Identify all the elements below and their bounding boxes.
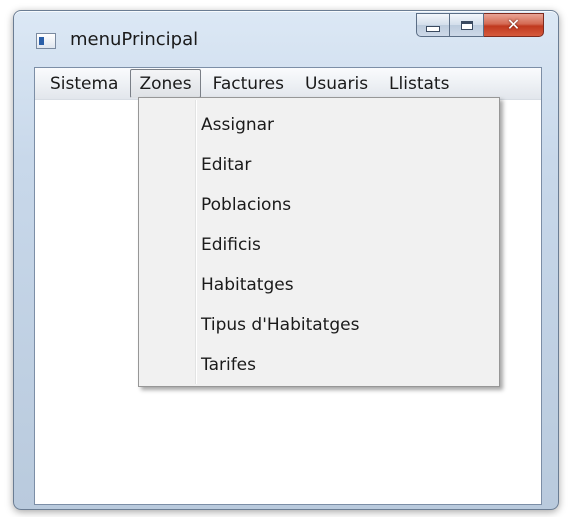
window-title: menuPrincipal (70, 29, 199, 50)
menu-item-tarifes[interactable]: Tarifes (139, 345, 499, 385)
app-window-icon[interactable] (36, 33, 56, 49)
title-bar[interactable]: menuPrincipal ✕ (14, 11, 558, 67)
menu-item-assignar[interactable]: Assignar (139, 105, 499, 145)
maximize-icon (460, 20, 473, 30)
close-icon: ✕ (506, 15, 521, 34)
close-button[interactable]: ✕ (484, 13, 544, 37)
menu-sistema[interactable]: Sistema (41, 69, 127, 98)
minimize-button[interactable] (416, 13, 450, 37)
menu-item-editar[interactable]: Editar (139, 145, 499, 185)
zones-menu-list: Assignar Editar Poblacions Edificis Habi… (139, 105, 499, 385)
minimize-icon (426, 26, 440, 32)
menu-item-habitatges[interactable]: Habitatges (139, 265, 499, 305)
menu-usuaris[interactable]: Usuaris (296, 69, 377, 98)
menu-item-poblacions[interactable]: Poblacions (139, 185, 499, 225)
menu-llistats[interactable]: Llistats (380, 69, 458, 98)
menu-item-tipus-habitatges[interactable]: Tipus d'Habitatges (139, 305, 499, 345)
menu-factures[interactable]: Factures (204, 69, 293, 98)
menu-bar: Sistema Zones Factures Usuaris Llistats (35, 68, 541, 100)
maximize-button[interactable] (450, 13, 484, 37)
zones-dropdown-menu: Assignar Editar Poblacions Edificis Habi… (138, 97, 500, 387)
menu-zones[interactable]: Zones (130, 69, 201, 98)
caption-buttons: ✕ (416, 13, 544, 39)
menu-item-edificis[interactable]: Edificis (139, 225, 499, 265)
